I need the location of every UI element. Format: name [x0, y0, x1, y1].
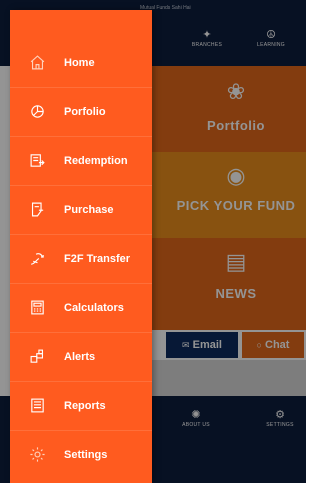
drawer-item-calculators[interactable]: Calculators [10, 283, 152, 332]
drawer-item-label: Calculators [64, 301, 124, 314]
navigation-drawer: Home Porfolio Redemption Purchase F2F Tr… [10, 10, 152, 483]
drawer-item-alerts[interactable]: Alerts [10, 332, 152, 381]
drawer-item-label: F2F Transfer [64, 252, 131, 265]
drawer-item-portfolio[interactable]: Porfolio [10, 87, 152, 136]
drawer-item-label: Reports [64, 399, 106, 412]
home-icon [10, 38, 64, 87]
alerts-icon [10, 332, 64, 381]
drawer-item-purchase[interactable]: Purchase [10, 185, 152, 234]
drawer-item-settings[interactable]: Settings [10, 430, 152, 479]
drawer-item-f2f-transfer[interactable]: F2F Transfer [10, 234, 152, 283]
settings-icon [10, 430, 64, 479]
portfolio-icon [10, 87, 64, 136]
f2f-transfer-icon [10, 234, 64, 283]
drawer-item-label: Home [64, 56, 95, 69]
drawer-item-label: Porfolio [64, 105, 106, 118]
purchase-icon [10, 185, 64, 234]
drawer-item-label: Settings [64, 448, 108, 461]
drawer-item-label: Purchase [64, 203, 114, 216]
calculator-icon [10, 283, 64, 332]
drawer-item-label: Alerts [64, 350, 96, 363]
drawer-item-label: Redemption [64, 154, 128, 167]
drawer-item-redemption[interactable]: Redemption [10, 136, 152, 185]
drawer-item-home[interactable]: Home [10, 38, 152, 87]
drawer-item-reports[interactable]: Reports [10, 381, 152, 430]
redemption-icon [10, 136, 64, 185]
reports-icon [10, 381, 64, 430]
